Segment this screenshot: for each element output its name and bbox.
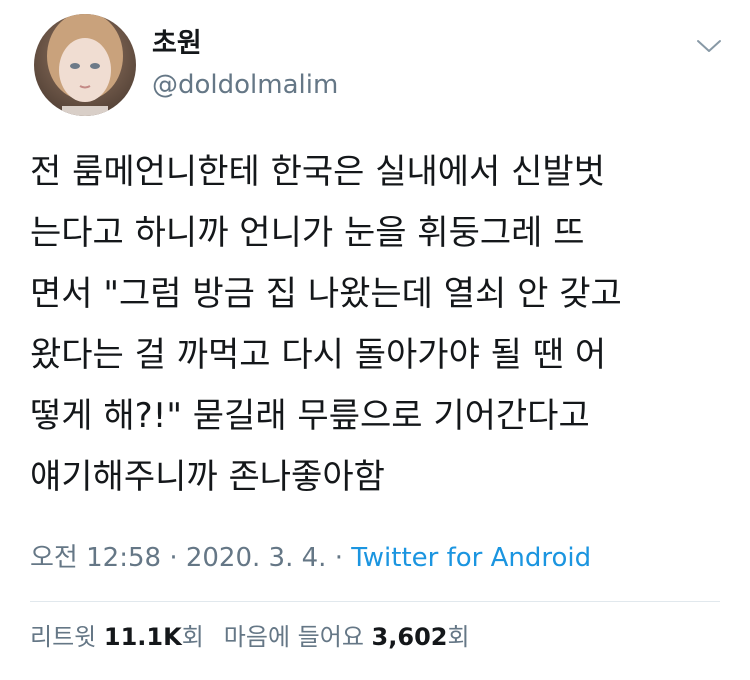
tweet-meta: 오전 12:58 · 2020. 3. 4. · Twitter for And… bbox=[30, 543, 591, 574]
chevron-down-icon[interactable] bbox=[694, 34, 724, 58]
retweet-stat[interactable]: 리트윗 11.1K회 bbox=[30, 623, 204, 651]
tweet-stats: 리트윗 11.1K회 마음에 들어요 3,602회 bbox=[30, 623, 470, 652]
tweet-line: 얘기해주니까 존나좋아함 bbox=[30, 457, 385, 497]
retweet-label: 리트윗 bbox=[30, 623, 97, 651]
tweet-line: 전 룸메언니한테 한국은 실내에서 신발벗 bbox=[30, 152, 605, 192]
user-handle[interactable]: @doldolmalim bbox=[152, 72, 338, 98]
meta-separator: · bbox=[334, 543, 343, 573]
like-unit: 회 bbox=[447, 623, 470, 651]
divider bbox=[30, 601, 720, 602]
tweet-text: 전 룸메언니한테 한국은 실내에서 신발벗 는다고 하니까 언니가 눈을 휘둥그… bbox=[30, 142, 730, 508]
tweet-line: 왔다는 걸 까먹고 다시 돌아가야 될 땐 어 bbox=[30, 335, 607, 375]
tweet-line: 는다고 하니까 언니가 눈을 휘둥그레 뜨 bbox=[30, 213, 585, 253]
profile-photo bbox=[34, 14, 136, 116]
retweet-unit: 회 bbox=[181, 623, 204, 651]
meta-separator: · bbox=[169, 543, 178, 573]
like-count: 3,602 bbox=[371, 623, 448, 651]
retweet-count: 11.1K bbox=[103, 623, 182, 651]
avatar[interactable] bbox=[34, 14, 136, 116]
like-stat[interactable]: 마음에 들어요 3,602회 bbox=[224, 623, 470, 651]
tweet-source-link[interactable]: Twitter for Android bbox=[351, 543, 591, 573]
tweet-date[interactable]: 2020. 3. 4. bbox=[186, 543, 327, 573]
tweet-line: 떻게 해?!" 묻길래 무릎으로 기어간다고 bbox=[30, 396, 590, 436]
display-name[interactable]: 초원 bbox=[152, 30, 202, 57]
tweet-time[interactable]: 오전 12:58 bbox=[30, 543, 161, 573]
tweet-line: 면서 "그럼 방금 집 나왔는데 열쇠 안 갖고 bbox=[30, 274, 622, 314]
like-label: 마음에 들어요 bbox=[223, 623, 364, 651]
